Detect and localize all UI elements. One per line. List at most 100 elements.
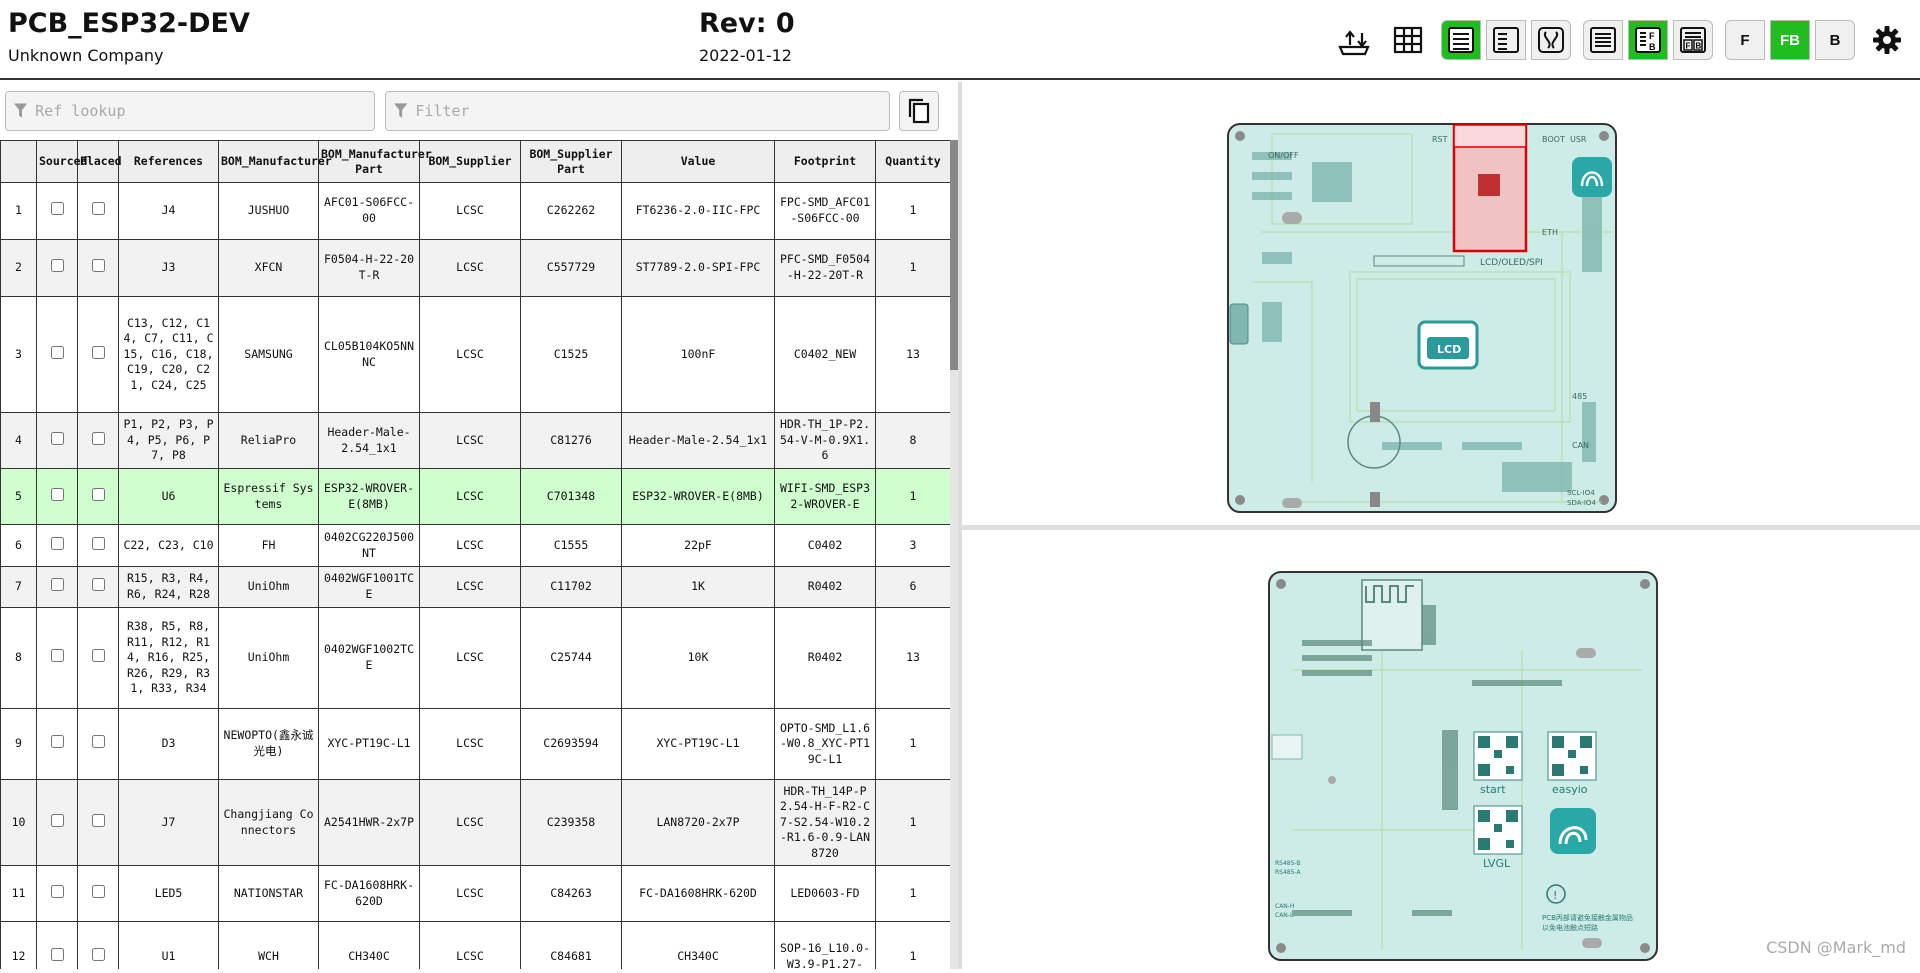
sourced-checkbox[interactable] bbox=[50, 948, 64, 962]
column-header-footprint[interactable]: Footprint bbox=[774, 140, 876, 183]
sourced-checkbox[interactable] bbox=[50, 202, 64, 216]
sourced-checkbox[interactable] bbox=[50, 578, 64, 592]
sourced-checkbox[interactable] bbox=[50, 735, 64, 749]
placed-checkbox[interactable] bbox=[91, 578, 105, 592]
sourced-checkbox[interactable] bbox=[50, 813, 64, 827]
copy-button[interactable] bbox=[899, 91, 939, 131]
column-header-placed[interactable]: Placed bbox=[77, 140, 122, 183]
filter-box[interactable] bbox=[385, 91, 890, 131]
table-row[interactable]: 12 U1 WCH CH340C LCSC C84681 CH340C SOP-… bbox=[0, 921, 950, 969]
manufacturer-part-cell: 0402CG220J500NT bbox=[318, 524, 420, 567]
column-header-quantity[interactable]: Quantity bbox=[875, 140, 950, 183]
sourced-checkbox[interactable] bbox=[50, 259, 64, 273]
column-header-index[interactable] bbox=[0, 140, 37, 183]
front-back-side-icon[interactable]: FB bbox=[1673, 20, 1713, 60]
bom-top-drawings-bottom-icon[interactable] bbox=[1531, 20, 1571, 60]
table-row[interactable]: 1 J4 JUSHUO AFC01-S06FCC-00 LCSC C262262… bbox=[0, 182, 950, 240]
front-back-stacked-icon[interactable]: FB bbox=[1628, 20, 1668, 60]
manufacturer-part-cell: F0504-H-22-20T-R bbox=[318, 239, 420, 297]
supplier-part-cell: C11702 bbox=[520, 566, 622, 608]
back-board-view[interactable]: start easyio LVGL ! PCB丙部请避免接触金属物品 以免电池触… bbox=[962, 530, 1920, 969]
supplier-part-cell: C81276 bbox=[520, 412, 622, 469]
supplier-part-cell: C239358 bbox=[520, 779, 622, 866]
boot-label: BOOT bbox=[1542, 135, 1565, 144]
column-header-supplier[interactable]: BOM_Supplier bbox=[419, 140, 521, 183]
placed-checkbox[interactable] bbox=[91, 202, 105, 216]
supplier-cell: LCSC bbox=[419, 566, 521, 608]
quantity-cell: 1 bbox=[875, 921, 950, 969]
column-header-references[interactable]: References bbox=[118, 140, 219, 183]
manufacturer-part-cell: AFC01-S06FCC-00 bbox=[318, 182, 420, 240]
column-header-manufacturer-part[interactable]: BOM_Manufacturer Part bbox=[318, 140, 432, 183]
usr-label: USR bbox=[1570, 135, 1587, 144]
table-row[interactable]: 3 C13, C12, C14, C7, C11, C15, C16, C18,… bbox=[0, 296, 950, 413]
placed-checkbox[interactable] bbox=[91, 487, 105, 501]
rs485-label: 485 bbox=[1572, 392, 1587, 401]
placed-checkbox[interactable] bbox=[91, 431, 105, 445]
upload-download-icon[interactable] bbox=[1334, 20, 1374, 60]
rst-label: RST bbox=[1432, 135, 1448, 144]
supplier-cell: LCSC bbox=[419, 524, 521, 567]
filter-input[interactable] bbox=[415, 102, 889, 120]
front-pcb-drawing[interactable]: LCD/OLED/SPI LCD ON/OFF RST BOOT USR ETH… bbox=[962, 82, 1920, 525]
sourced-cell bbox=[36, 607, 78, 709]
gear-icon[interactable] bbox=[1867, 20, 1907, 60]
bom-left-drawings-right-icon[interactable] bbox=[1486, 20, 1526, 60]
copy-icon bbox=[908, 98, 930, 124]
manufacturer-cell: WCH bbox=[218, 921, 319, 969]
footprint-cell: WIFI-SMD_ESP32-WROVER-E bbox=[774, 468, 876, 525]
list-icon[interactable] bbox=[1583, 20, 1623, 60]
placed-checkbox[interactable] bbox=[91, 345, 105, 359]
layer-back-button[interactable]: B bbox=[1815, 20, 1855, 60]
supplier-cell: LCSC bbox=[419, 182, 521, 240]
table-row[interactable]: 2 J3 XFCN F0504-H-22-20T-R LCSC C557729 … bbox=[0, 239, 950, 297]
sourced-checkbox[interactable] bbox=[50, 884, 64, 898]
table-row[interactable]: 11 LED5 NATIONSTAR FC-DA1608HRK-620D LCS… bbox=[0, 865, 950, 922]
placed-checkbox[interactable] bbox=[91, 735, 105, 749]
table-row[interactable]: 9 D3 NEWOPTO(鑫永诚光电) XYC-PT19C-L1 LCSC C2… bbox=[0, 708, 950, 780]
supplier-part-cell: C2693594 bbox=[520, 708, 622, 780]
supplier-part-cell: C262262 bbox=[520, 182, 622, 240]
sourced-checkbox[interactable] bbox=[50, 345, 64, 359]
sourced-cell bbox=[36, 524, 78, 567]
column-header-manufacturer[interactable]: BOM_Manufacturer bbox=[218, 140, 332, 183]
placed-checkbox[interactable] bbox=[91, 884, 105, 898]
layer-front-back-button[interactable]: FB bbox=[1770, 20, 1810, 60]
placed-cell bbox=[77, 607, 119, 709]
lvgl-qr-code bbox=[1473, 805, 1523, 855]
ref-lookup-box[interactable] bbox=[5, 91, 375, 131]
layer-front-button[interactable]: F bbox=[1725, 20, 1765, 60]
value-cell: ST7789-2.0-SPI-FPC bbox=[621, 239, 775, 297]
back-pcb-drawing[interactable]: start easyio LVGL ! PCB丙部请避免接触金属物品 以免电池触… bbox=[962, 530, 1920, 969]
front-board-view[interactable]: LCD/OLED/SPI LCD ON/OFF RST BOOT USR ETH… bbox=[962, 82, 1920, 525]
column-header-value[interactable]: Value bbox=[621, 140, 775, 183]
sourced-checkbox[interactable] bbox=[50, 487, 64, 501]
column-header-supplier-part[interactable]: BOM_Supplier Part bbox=[520, 140, 622, 183]
placed-checkbox[interactable] bbox=[91, 649, 105, 663]
svg-text:!: ! bbox=[1553, 889, 1557, 902]
placed-checkbox[interactable] bbox=[91, 536, 105, 550]
placed-checkbox[interactable] bbox=[91, 259, 105, 273]
sourced-checkbox[interactable] bbox=[50, 536, 64, 550]
references-cell: J4 bbox=[118, 182, 219, 240]
ref-lookup-input[interactable] bbox=[35, 102, 374, 120]
table-row[interactable]: 4 P1, P2, P3, P4, P5, P6, P7, P8 ReliaPr… bbox=[0, 412, 950, 469]
bom-only-icon[interactable] bbox=[1441, 20, 1481, 60]
placed-checkbox[interactable] bbox=[91, 813, 105, 827]
table-row[interactable]: 6 C22, C23, C10 FH 0402CG220J500NT LCSC … bbox=[0, 524, 950, 567]
can-h-label: CAN-H bbox=[1275, 903, 1294, 910]
column-header-sourced[interactable]: Sourced bbox=[36, 140, 87, 183]
placed-checkbox[interactable] bbox=[91, 948, 105, 962]
manufacturer-part-cell: 0402WGF1002TCE bbox=[318, 607, 420, 709]
table-row[interactable]: 7 R15, R3, R4, R6, R24, R28 UniOhm 0402W… bbox=[0, 566, 950, 608]
table-scrollbar-thumb[interactable] bbox=[950, 140, 958, 370]
sourced-checkbox[interactable] bbox=[50, 431, 64, 445]
table-row[interactable]: 8 R38, R5, R8, R11, R12, R14, R16, R25, … bbox=[0, 607, 950, 709]
grid-icon[interactable] bbox=[1388, 20, 1428, 60]
table-row[interactable]: 10 J7 Changjiang Connectors A2541HWR-2x7… bbox=[0, 779, 950, 866]
supplier-cell: LCSC bbox=[419, 708, 521, 780]
bom-panel: Sourced Placed References BOM_Manufactur… bbox=[0, 82, 958, 969]
sourced-checkbox[interactable] bbox=[50, 649, 64, 663]
row-index: 5 bbox=[0, 468, 37, 525]
table-row-highlighted[interactable]: 5 U6 Espressif Systems ESP32-WROVER-E(8M… bbox=[0, 468, 950, 525]
